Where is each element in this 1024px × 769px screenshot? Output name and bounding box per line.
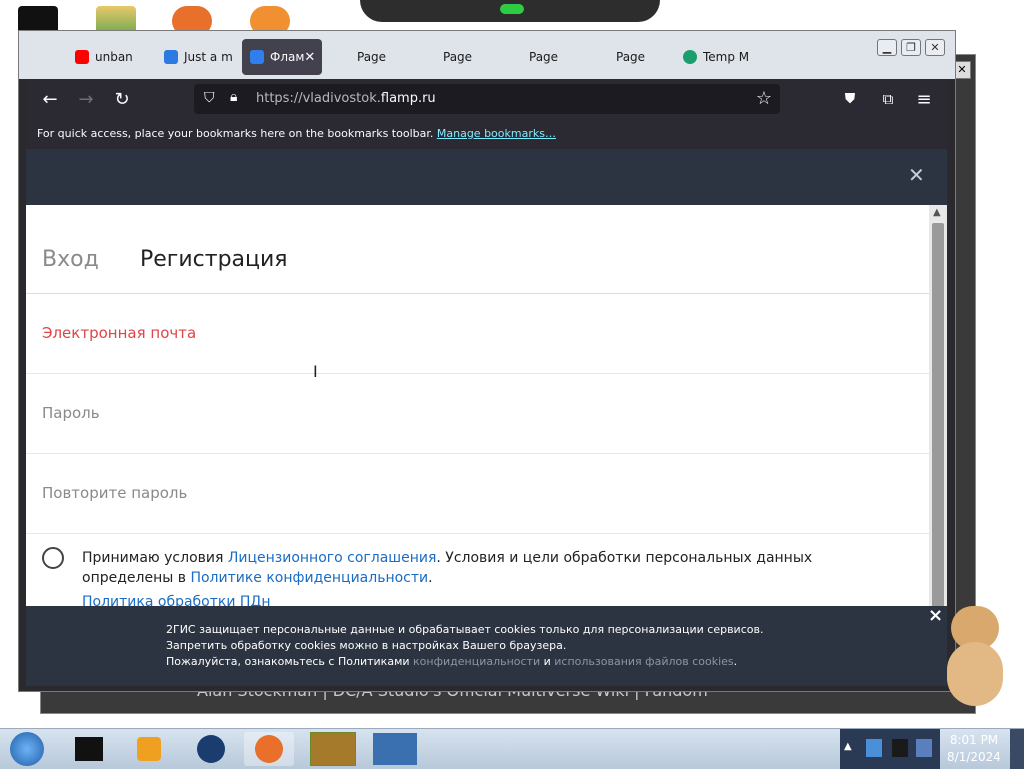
windows-logo-icon — [10, 732, 44, 766]
scroll-up-arrow[interactable]: ▲ — [933, 207, 941, 218]
clock-date: 8/1/2024 — [947, 750, 1001, 764]
tab-flamp[interactable]: Флам ✕ — [242, 39, 322, 75]
tab-page-3[interactable]: Page — [529, 39, 589, 75]
tab-label: Page — [357, 50, 387, 64]
cookie-line-2: Запретить обработку cookies можно в наст… — [166, 639, 567, 652]
link-icon — [164, 50, 178, 64]
modal-overlay: ✕ — [26, 149, 947, 205]
reload-icon[interactable]: ↻ — [110, 87, 134, 111]
tab-label: unban — [95, 50, 133, 64]
minimize-button[interactable]: ▁ — [877, 39, 897, 56]
terms-prefix: Принимаю условия — [82, 550, 228, 566]
tab-close-icon[interactable]: ✕ — [304, 50, 315, 65]
tab-label: Флам — [270, 50, 305, 64]
cookie-usage-link[interactable]: использования файлов cookies — [554, 655, 733, 668]
modal-close-icon[interactable]: ✕ — [908, 163, 925, 187]
url-domain: flamp.ru — [380, 91, 436, 106]
green-indicator — [500, 4, 524, 14]
taskbar-app-globe[interactable] — [186, 732, 236, 766]
back-arrow-icon[interactable]: ← — [38, 87, 62, 111]
cookie-line-1: 2ГИС защищает персональные данные и обра… — [166, 623, 764, 636]
cookie-line-3-prefix: Пожалуйста, ознакомьтесь с Политиками — [166, 655, 414, 668]
taskbar-app-checklist[interactable] — [370, 732, 420, 766]
terms-end: . — [428, 570, 433, 586]
terms-text: Принимаю условия Лицензионного соглашени… — [82, 548, 872, 612]
pocket-icon[interactable]: ⛊ — [838, 87, 862, 111]
sandbox-icon — [310, 732, 356, 766]
email-placeholder: Электронная почта — [42, 324, 197, 342]
globe-icon — [197, 735, 225, 763]
checklist-icon — [373, 733, 417, 765]
bookmarks-hint: For quick access, place your bookmarks h… — [37, 127, 434, 140]
cookie-line-3: Пожалуйста, ознакомьтесь с Политиками ко… — [166, 654, 763, 670]
lock-icon[interactable]: 🔒︎ — [230, 89, 237, 105]
taskbar-app-sandbox[interactable] — [308, 732, 358, 766]
tab-strip: unban Just a m Флам ✕ Page Page Page Pag… — [19, 31, 955, 79]
cookie-text: 2ГИС защищает персональные данные и обра… — [166, 622, 763, 670]
hamster-body — [947, 642, 1003, 706]
tab-label: Page — [616, 50, 646, 64]
taskbar-app-firefox[interactable] — [244, 732, 294, 766]
clock-time: 8:01 PM — [949, 733, 999, 747]
tray-speaker-icon[interactable] — [916, 739, 932, 757]
cookie-and: и — [540, 655, 555, 668]
start-button[interactable] — [2, 732, 52, 766]
tab-just-a-moment[interactable]: Just a m — [164, 39, 244, 75]
show-desktop-button[interactable] — [1010, 729, 1024, 769]
tab-register[interactable]: Регистрация — [140, 247, 288, 272]
taskbar-app-box[interactable] — [64, 732, 114, 766]
license-agreement-link[interactable]: Лицензионного соглашения — [228, 550, 437, 566]
hamster-mascot[interactable] — [945, 606, 1005, 706]
tab-label: Temp M — [703, 50, 750, 64]
text-cursor-icon: I — [313, 362, 318, 381]
maximize-button[interactable]: ❐ — [901, 39, 921, 56]
tab-page-2[interactable]: Page — [443, 39, 503, 75]
clock[interactable]: 8:01 PM 8/1/2024 — [944, 732, 1004, 766]
repeat-password-placeholder: Повторите пароль — [42, 484, 188, 502]
media-player-icon — [137, 737, 161, 761]
terms-radio[interactable] — [42, 547, 64, 569]
cookie-close-button[interactable]: × — [928, 607, 943, 625]
bookmarks-toolbar: For quick access, place your bookmarks h… — [26, 119, 947, 149]
show-hidden-icons-icon[interactable]: ▲ — [844, 741, 852, 752]
tab-unban[interactable]: unban — [75, 39, 155, 75]
flamp-icon — [250, 50, 264, 64]
privacy-policy-link[interactable]: Политике конфиденциальности — [190, 570, 428, 586]
cookie-end: . — [733, 655, 738, 668]
menu-icon[interactable]: ≡ — [912, 87, 936, 111]
tab-page-1[interactable]: Page — [357, 39, 417, 75]
cookie-banner: 2ГИС защищает персональные данные и обра… — [26, 606, 947, 686]
page-content: ✕ Вход Регистрация Электронная почта Пар… — [26, 149, 947, 686]
password-field[interactable]: Пароль — [26, 374, 929, 454]
taskbar-app-media[interactable] — [124, 732, 174, 766]
tab-label: Just a m — [184, 50, 233, 64]
tab-label: Page — [443, 50, 473, 64]
cookie-privacy-link[interactable]: конфиденциальности — [413, 655, 540, 668]
tab-label: Page — [529, 50, 559, 64]
navigation-toolbar: ← → ↻ ⛉ 🔒︎ https://vladivostok.flamp.ru … — [26, 79, 947, 119]
taskbar: ▲ 8:01 PM 8/1/2024 — [0, 728, 1024, 769]
url-prefix: https://vladivostok. — [256, 91, 381, 106]
browser-window: unban Just a m Флам ✕ Page Page Page Pag… — [18, 30, 956, 692]
youtube-icon — [75, 50, 89, 64]
firefox-icon — [255, 735, 283, 763]
url-bar[interactable]: ⛉ 🔒︎ https://vladivostok.flamp.ru ☆ — [194, 84, 780, 114]
manage-bookmarks-link[interactable]: Manage bookmarks… — [437, 127, 556, 140]
close-window-button[interactable]: ✕ — [925, 39, 945, 56]
password-placeholder: Пароль — [42, 404, 100, 422]
temp-mail-icon — [683, 50, 697, 64]
tray-monitor-icon[interactable] — [892, 739, 908, 757]
star-bookmark-icon[interactable]: ☆ — [756, 88, 772, 109]
tab-temp-mail[interactable]: Temp M — [683, 39, 763, 75]
tray-network-icon[interactable] — [866, 739, 882, 757]
email-field[interactable]: Электронная почта — [26, 294, 929, 374]
tab-page-4[interactable]: Page — [616, 39, 676, 75]
repeat-password-field[interactable]: Повторите пароль — [26, 454, 929, 534]
black-box-icon — [75, 737, 103, 761]
forward-arrow-icon[interactable]: → — [74, 87, 98, 111]
tab-login[interactable]: Вход — [42, 247, 99, 272]
extensions-icon[interactable]: ⧉ — [876, 87, 900, 111]
shield-icon[interactable]: ⛉ — [204, 90, 215, 106]
url-text[interactable]: https://vladivostok.flamp.ru — [256, 91, 436, 106]
